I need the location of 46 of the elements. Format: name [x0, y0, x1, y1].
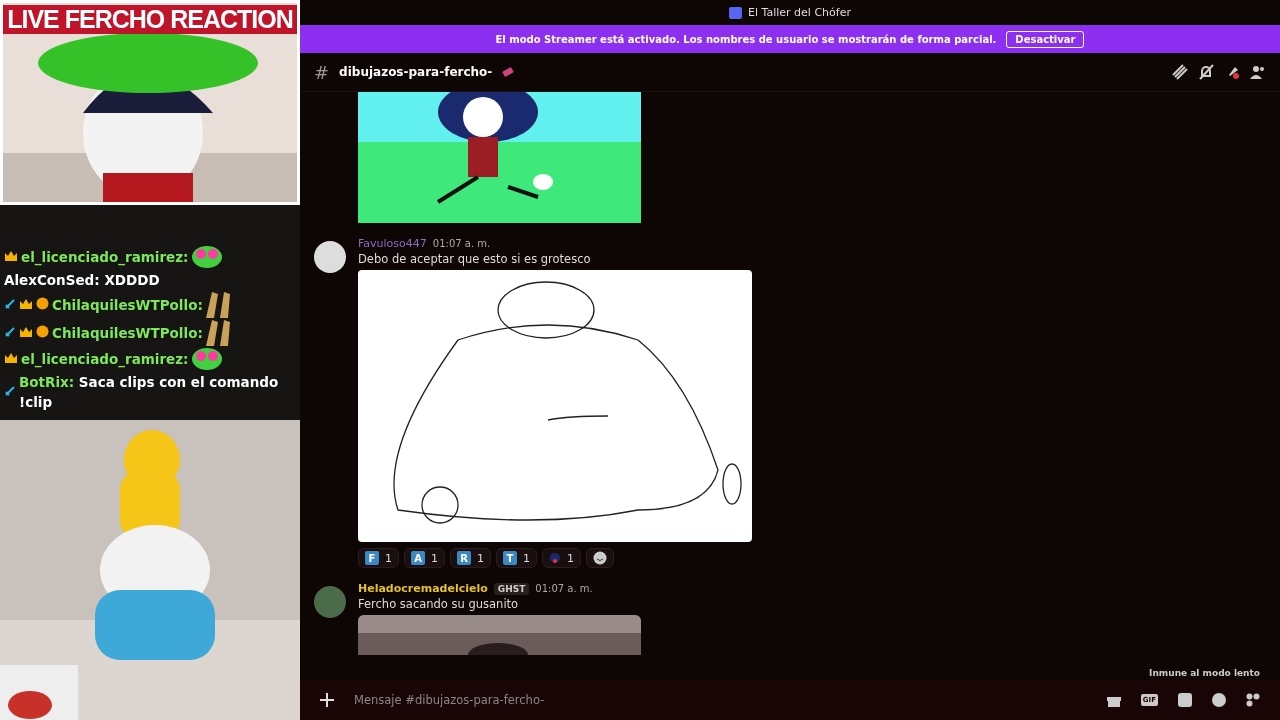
streamer-mode-notice: El modo Streamer está activado. Los nombres de usuario se mostrarán de forma parcial. — [495, 33, 997, 45]
add-reaction-button[interactable] — [586, 548, 614, 568]
author-name[interactable]: Favuloso447 — [358, 237, 427, 250]
deactivate-button[interactable]: Desactivar — [1006, 30, 1085, 48]
chat-message: el_licenciado_ramirez: — [21, 350, 189, 369]
reaction-chip[interactable]: T 1 — [496, 548, 537, 568]
window-title: El Taller del Chófer — [748, 6, 851, 19]
crown-icon — [4, 352, 18, 364]
hash-icon: # — [314, 61, 330, 83]
sword-icon — [4, 326, 16, 338]
threads-icon[interactable] — [1172, 64, 1188, 80]
crown-icon — [19, 326, 33, 338]
reaction-chip[interactable]: R 1 — [450, 548, 491, 568]
members-icon[interactable] — [1250, 64, 1266, 80]
timestamp: 01:07 a. m. — [432, 238, 491, 249]
sword-icon — [4, 385, 16, 397]
plus-icon[interactable] — [320, 693, 334, 707]
smiley-icon — [593, 551, 607, 565]
eraser-icon — [502, 66, 515, 78]
chat-message: ChilaquilesWTPollo: — [52, 296, 203, 315]
message-input[interactable]: Mensaje #dibujazos-para-fercho- — [354, 693, 1087, 707]
slowmode-notice: Inmune al modo lento — [1148, 667, 1261, 680]
coin-icon — [36, 297, 49, 310]
apps-icon[interactable] — [1246, 693, 1260, 707]
message-text: Debo de aceptar que esto si es grotesco — [358, 252, 592, 266]
chat-message: ChilaquilesWTPollo: — [52, 324, 203, 343]
message-text: Fercho sacando su gusanito — [358, 597, 520, 611]
server-tag: GHST — [493, 582, 530, 595]
chat-message: el_licenciado_ramirez: — [21, 248, 189, 267]
character-emoji-icon — [549, 552, 561, 564]
coin-icon — [36, 325, 49, 338]
reaction-chip[interactable]: 1 — [542, 548, 581, 568]
reaction-chip[interactable]: F 1 — [358, 548, 399, 568]
reaction-chip[interactable]: A 1 — [404, 548, 445, 568]
heart-eyes-emote-icon — [191, 246, 222, 268]
crown-icon — [4, 250, 18, 262]
channel-name: dibujazos-para-fercho- — [339, 65, 493, 79]
chat-message: AlexConSed: XDDDD — [4, 271, 160, 290]
crown-icon — [19, 298, 33, 310]
timestamp: 01:07 a. m. — [535, 583, 593, 594]
user-avatar[interactable] — [314, 241, 346, 273]
chat-message: BotRix: Saca clips con el comando !clip — [19, 373, 280, 412]
heart-eyes-emote-icon — [191, 348, 222, 370]
author-name[interactable]: Heladocremadelcielo — [358, 582, 488, 595]
stream-title: LIVE FERCHO REACTION — [3, 5, 297, 34]
sword-icon — [4, 298, 16, 310]
